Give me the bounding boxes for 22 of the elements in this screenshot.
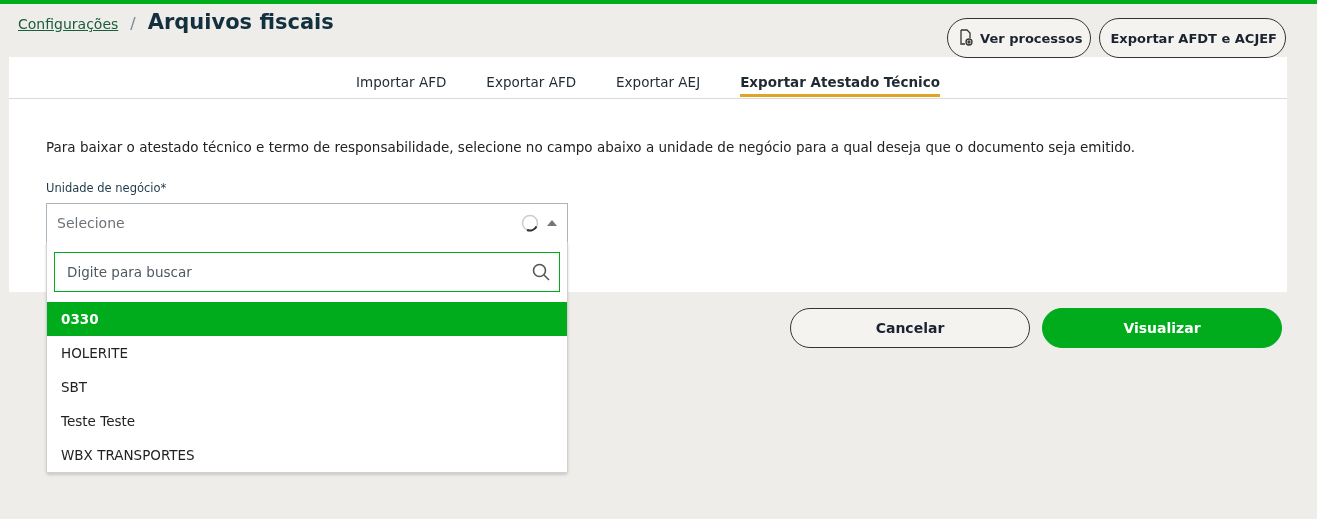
spinner-icon <box>521 214 539 232</box>
breadcrumb-separator: / <box>130 14 136 33</box>
search-field[interactable]: Digite para buscar <box>54 252 560 292</box>
breadcrumb-link[interactable]: Configurações <box>18 16 119 32</box>
page-title: Arquivos fiscais <box>147 10 334 34</box>
dropdown-option[interactable]: SBT <box>47 370 567 404</box>
tab[interactable]: Exportar AFD <box>486 69 577 97</box>
description-text: Para baixar o atestado técnico e termo de responsabilidade, selecione no campo abaixo a unidade de negócio para a qual deseja que o documento seja emitido. <box>46 139 1137 155</box>
dropdown-option[interactable]: Teste Teste <box>47 404 567 438</box>
dropdown-option[interactable]: HOLERITE <box>47 336 567 370</box>
processes-button[interactable]: Ver processos <box>947 18 1092 58</box>
dropdown-option[interactable]: WBX TRANSPORTES <box>47 438 567 472</box>
tab[interactable]: Exportar AEJ <box>616 69 701 97</box>
cancel-button[interactable]: Cancelar <box>790 308 1030 348</box>
caret-icon <box>547 220 557 226</box>
search-icon <box>532 263 550 281</box>
select-field[interactable]: Selecione <box>46 203 568 243</box>
document-gear-icon <box>958 29 975 47</box>
tab[interactable]: Exportar Atestado Técnico <box>740 69 940 97</box>
export-button[interactable]: Exportar AFDT e ACJEF <box>1099 18 1286 58</box>
field-label: Unidade de negócio* <box>46 181 168 195</box>
tab[interactable]: Importar AFD <box>356 69 447 97</box>
